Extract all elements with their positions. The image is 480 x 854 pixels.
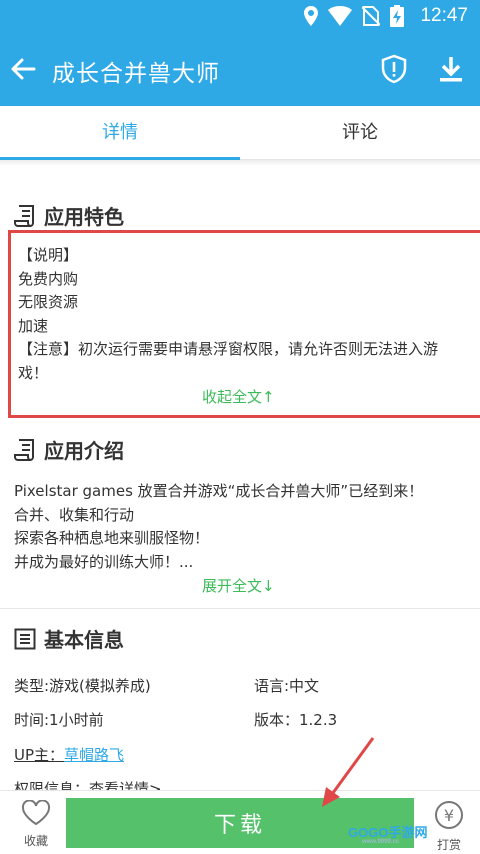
divider: [0, 608, 480, 609]
tab-shadow: [0, 160, 480, 166]
features-title: 应用特色: [44, 205, 124, 229]
intro-line: 并成为最好的训练大师！...: [14, 552, 194, 571]
features-text: 【说明】 免费内购 无限资源 加速 【注意】初次运行需要申请悬浮窗权限，请允许否…: [18, 244, 474, 385]
wifi-icon: [328, 6, 353, 26]
yuan-symbol: ¥: [444, 806, 454, 825]
type-info: 类型:游戏(模拟养成): [14, 677, 151, 695]
watermark-logo: GOGO手游网 www.9999.cc: [348, 822, 427, 845]
feature-line: 加速: [18, 316, 49, 335]
uploader-label: UP主：: [14, 746, 65, 764]
clock-time: 12:47: [420, 5, 468, 26]
uploader-info: UP主：草帽路飞: [14, 744, 124, 765]
intro-line: Pixelstar games 放置合并游戏“成长合并兽大师”已经到来！: [14, 482, 424, 500]
status-bar: 12:47: [0, 0, 480, 34]
intro-text: Pixelstar games 放置合并游戏“成长合并兽大师”已经到来！ 合并、…: [14, 480, 470, 574]
feature-line: 【注意】初次运行需要申请悬浮窗权限，请允许否则无法进入游: [18, 340, 439, 358]
tip-label: 打赏: [436, 838, 461, 852]
yuan-coin-icon: ¥: [435, 801, 463, 829]
scroll-icon: [14, 204, 34, 227]
app-bar: 成长合并兽大师: [0, 34, 480, 106]
intro-line: 探索各种栖息地来驯服怪物！: [14, 529, 210, 547]
annotation-arrow: [322, 737, 375, 807]
tab-details[interactable]: 详情: [0, 106, 240, 160]
collapse-link[interactable]: 收起全文↑: [202, 386, 275, 407]
tab-bar: 详情 评论: [0, 106, 480, 160]
watermark-brand: GOGO手游网: [348, 825, 428, 840]
intro-line: 合并、收集和行动: [14, 505, 135, 524]
feature-line: 【说明】: [18, 246, 79, 264]
feature-line: 戏！: [18, 363, 49, 382]
time-info: 时间:1小时前: [14, 711, 104, 729]
battery-charging-icon: [390, 5, 405, 27]
version-info: 版本：1.2.3: [254, 711, 338, 729]
favorite-button[interactable]: 收藏: [14, 799, 58, 849]
heart-icon: [21, 799, 51, 826]
tab-comments[interactable]: 评论: [240, 106, 480, 160]
no-sim-icon: [362, 6, 381, 26]
shield-alert-icon[interactable]: [380, 54, 408, 84]
page-title: 成长合并兽大师: [52, 61, 220, 87]
intro-heading: 应用介绍: [14, 435, 124, 464]
expand-link[interactable]: 展开全文↓: [202, 575, 275, 596]
back-arrow-icon[interactable]: [8, 54, 38, 84]
feature-line: 无限资源: [18, 293, 79, 311]
scroll-icon: [14, 438, 34, 461]
location-icon: [304, 6, 319, 26]
favorite-label: 收藏: [23, 834, 48, 848]
tip-button[interactable]: ¥ 打赏: [424, 800, 474, 853]
uploader-link[interactable]: 草帽路飞: [64, 746, 124, 764]
document-icon: [14, 628, 36, 649]
feature-line: 免费内购: [18, 269, 79, 288]
info-title: 基本信息: [44, 628, 124, 652]
intro-title: 应用介绍: [44, 439, 124, 463]
info-heading: 基本信息: [14, 624, 124, 653]
download-icon[interactable]: [437, 54, 465, 84]
features-heading: 应用特色: [14, 201, 124, 230]
language-info: 语言:中文: [254, 677, 320, 695]
